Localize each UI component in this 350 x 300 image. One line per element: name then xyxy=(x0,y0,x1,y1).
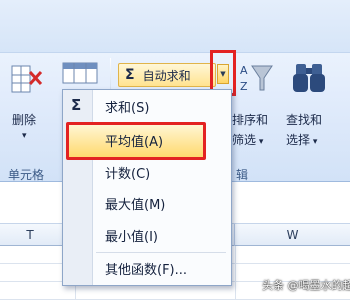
delete-cells-icon[interactable] xyxy=(10,62,44,102)
menu-item-max[interactable]: 最大值(M) xyxy=(95,191,229,215)
dropdown-arrow-icon: ▼ xyxy=(217,64,229,84)
cells-group-label: 单元格 xyxy=(8,168,45,182)
sort-filter-icon[interactable]: A Z xyxy=(238,60,274,96)
sigma-icon: Σ xyxy=(125,67,135,83)
menu-item-more-functions[interactable]: 其他函数(F)... xyxy=(95,256,229,280)
editing-group-label: 辑 xyxy=(236,168,249,182)
menu-icon-gutter xyxy=(63,90,93,285)
format-cells-icon[interactable] xyxy=(60,60,102,86)
delete-dropdown-icon[interactable]: ▾ xyxy=(22,128,27,144)
watermark-text: 头条 @喝墨水的超体 xyxy=(262,279,350,292)
delete-button[interactable]: 删除 xyxy=(12,112,36,128)
autosum-button[interactable]: Σ 自动求和 xyxy=(118,63,216,87)
ribbon-tabs-area xyxy=(0,0,350,52)
menu-separator xyxy=(96,252,226,253)
sort-filter-label-2[interactable]: 筛选 ▾ xyxy=(232,132,263,150)
binoculars-icon[interactable] xyxy=(290,60,330,96)
grid-line xyxy=(235,246,236,300)
svg-text:Z: Z xyxy=(240,80,248,93)
menu-item-sum[interactable]: 求和(S) xyxy=(95,94,229,118)
sort-filter-label[interactable]: 排序和 xyxy=(232,112,268,128)
menu-item-count[interactable]: 计数(C) xyxy=(95,160,229,184)
menu-item-average[interactable]: 平均值(A) xyxy=(95,128,229,152)
menu-item-min[interactable]: 最小值(I) xyxy=(95,223,229,247)
autosum-label: 自动求和 xyxy=(142,68,191,83)
column-header-w[interactable]: W xyxy=(235,224,350,246)
svg-text:A: A xyxy=(240,64,248,77)
sigma-icon: Σ xyxy=(71,96,82,114)
find-select-label-2[interactable]: 选择 ▾ xyxy=(286,132,317,150)
find-select-label[interactable]: 查找和 xyxy=(286,112,322,128)
